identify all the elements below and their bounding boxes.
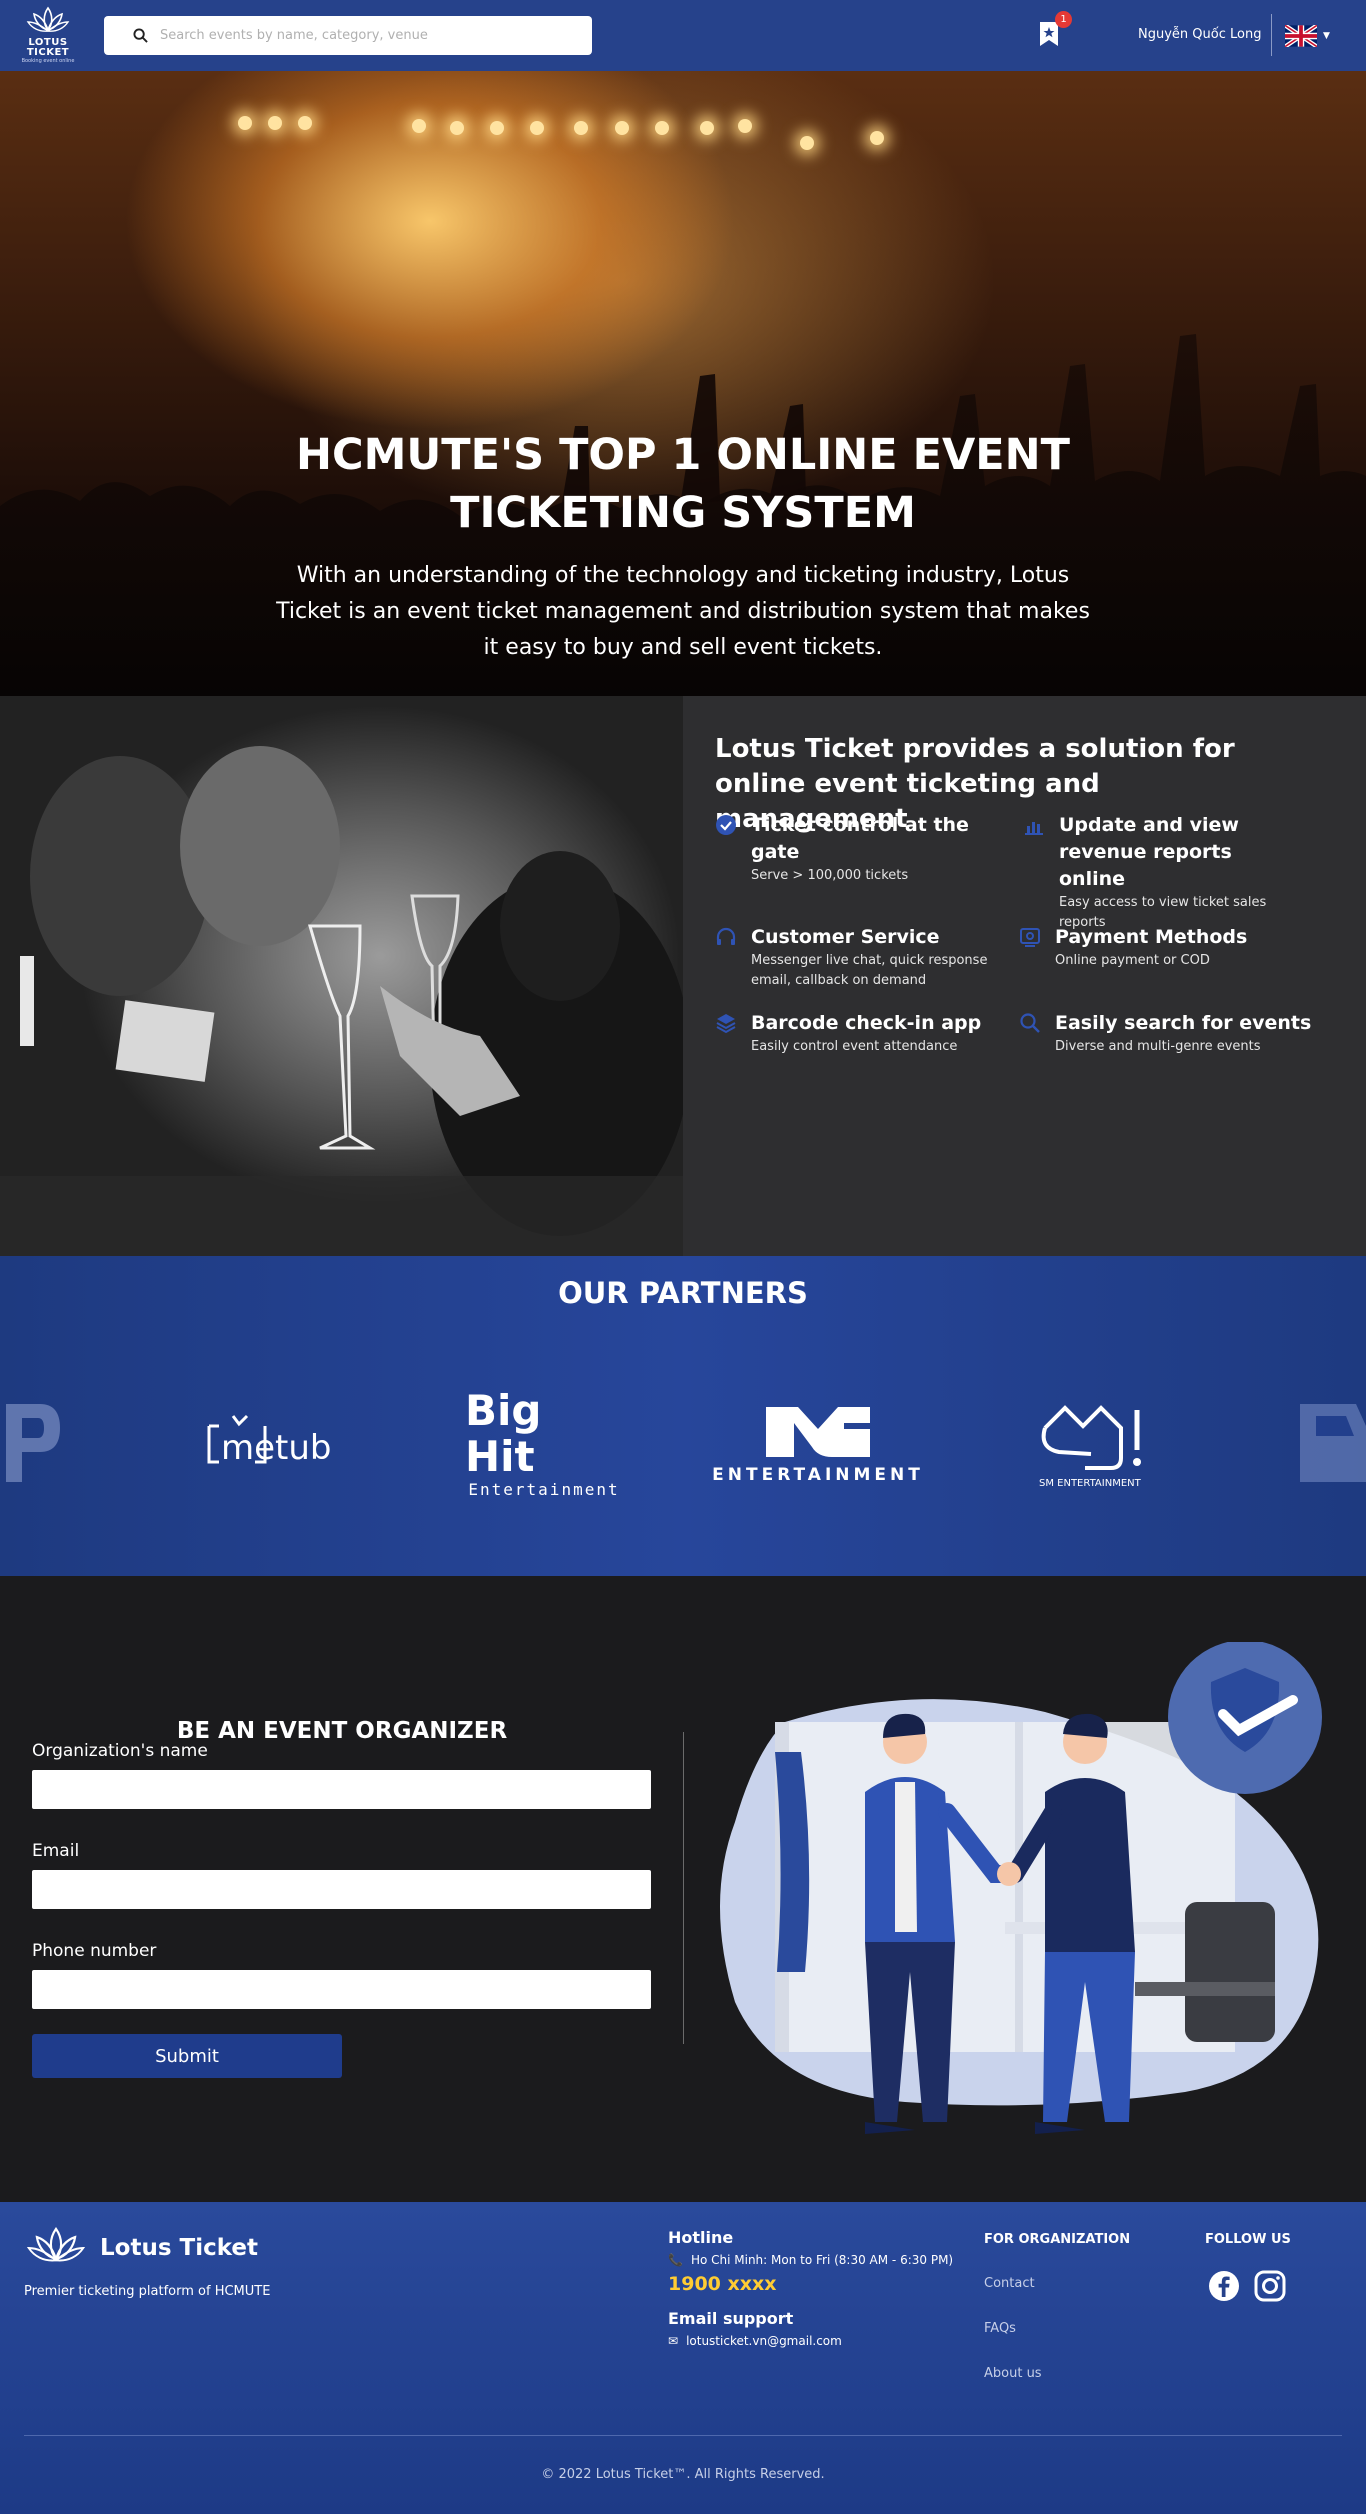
support-email[interactable]: lotusticket.vn@gmail.com bbox=[686, 2334, 842, 2348]
partner-logo-partial-left bbox=[0, 1396, 62, 1491]
feature-title: Easily search for events bbox=[1055, 1012, 1312, 1034]
partner-logo-sm[interactable]: SM ENTERTAINMENT SM bbox=[1035, 1396, 1147, 1491]
feature-payment-methods: Payment Methods Online payment or COD bbox=[1019, 924, 1319, 971]
about-us-link[interactable]: About us bbox=[984, 2366, 1042, 2381]
email-row: ✉ lotusticket.vn@gmail.com bbox=[668, 2334, 953, 2348]
cart-count-badge: 1 bbox=[1055, 11, 1072, 28]
footer-brand-name: Lotus Ticket bbox=[100, 2235, 259, 2261]
form-divider bbox=[683, 1732, 684, 2044]
facebook-icon[interactable] bbox=[1208, 2270, 1240, 2302]
phone-icon: 📞 bbox=[668, 2253, 683, 2267]
lotus-icon bbox=[26, 6, 70, 32]
hotline-hours-row: 📞 Ho Chi Minh: Mon to Fri (8:30 AM - 6:3… bbox=[668, 2253, 953, 2267]
event-party-photo bbox=[0, 696, 683, 1256]
lotus-icon bbox=[26, 2227, 86, 2262]
hero-subtitle: With an understanding of the technology … bbox=[276, 563, 1090, 660]
partner-logo-fragment bbox=[6, 1404, 60, 1482]
organizer-section: BE AN EVENT ORGANIZER Organization's nam… bbox=[0, 1576, 1366, 2202]
payment-icon bbox=[1020, 928, 1040, 947]
contact-link[interactable]: Contact bbox=[984, 2276, 1035, 2291]
partner-sub: ENTERTAINMENT bbox=[712, 1464, 924, 1485]
feature-title: Payment Methods bbox=[1055, 926, 1248, 948]
feature-title: Barcode check-in app bbox=[751, 1012, 982, 1034]
social-links bbox=[1208, 2270, 1286, 2302]
hotline-hours: Ho Chi Minh: Mon to Fri (8:30 AM - 6:30 … bbox=[690, 2253, 954, 2267]
ticket-cart-button[interactable]: 1 bbox=[1036, 11, 1072, 48]
hero-title: HCMUTE'S TOP 1 ONLINE EVENT TICKETING SY… bbox=[296, 430, 1070, 538]
partner-name: Big Hit bbox=[465, 1386, 542, 1481]
for-organization-title: FOR ORGANIZATION bbox=[984, 2232, 1131, 2247]
site-logo[interactable]: LOTUS TICKET Booking event online bbox=[10, 6, 86, 65]
feature-title: Update and view revenue reports online bbox=[1059, 814, 1239, 890]
mail-icon: ✉ bbox=[668, 2334, 679, 2348]
headphones-icon bbox=[716, 927, 736, 945]
logo-subtext: Booking event online bbox=[21, 58, 75, 64]
hotline-number[interactable]: 1900 xxxx bbox=[668, 2273, 953, 2295]
feature-event-search: Easily search for events Diverse and mul… bbox=[1019, 1010, 1339, 1057]
partner-sub: Entertainment bbox=[468, 1480, 620, 1499]
footer-hotline-block: Hotline 📞 Ho Chi Minh: Mon to Fri (8:30 … bbox=[668, 2228, 953, 2348]
copyright: © 2022 Lotus Ticket™. All Rights Reserve… bbox=[541, 2467, 825, 2482]
chevron-down-icon: ▼ bbox=[1323, 31, 1330, 41]
email-input[interactable] bbox=[32, 1870, 651, 1909]
features-section: Lotus Ticket provides a solution for onl… bbox=[0, 696, 1366, 1256]
search-input[interactable] bbox=[160, 28, 560, 43]
feature-desc: Online payment or COD bbox=[1055, 953, 1210, 968]
search-bar[interactable] bbox=[104, 16, 592, 55]
partner-logo-partial-right bbox=[1296, 1396, 1366, 1491]
feature-desc: Messenger live chat, quick response emai… bbox=[751, 953, 988, 988]
submit-button[interactable]: Submit bbox=[32, 2034, 342, 2078]
uk-flag-icon bbox=[1285, 25, 1317, 47]
partners-section: OUR PARTNERS metub Big Hit Entertainment… bbox=[0, 1256, 1366, 1576]
email-support-title: Email support bbox=[668, 2309, 794, 2328]
header-divider bbox=[1271, 14, 1272, 56]
phone-input[interactable] bbox=[32, 1970, 651, 2009]
search-icon bbox=[130, 26, 150, 46]
bar-chart-icon bbox=[1025, 822, 1043, 835]
partner-sub: SM ENTERTAINMENT bbox=[1039, 1478, 1141, 1489]
check-circle-icon bbox=[716, 815, 736, 835]
footer-logo[interactable]: Lotus Ticket bbox=[26, 2224, 258, 2272]
feature-desc: Diverse and multi-genre events bbox=[1055, 1039, 1261, 1054]
email-label: Email bbox=[32, 1841, 80, 1861]
phone-label: Phone number bbox=[32, 1941, 157, 1961]
language-selector[interactable]: ▼ bbox=[1285, 25, 1330, 47]
partner-logo-yg[interactable]: YG ENTERTAINMENT bbox=[712, 1396, 924, 1491]
footer-tagline: Premier ticketing platform of HCMUTE bbox=[24, 2284, 271, 2299]
toast-silhouette-image bbox=[0, 746, 683, 1256]
feature-title: Ticket control at the gate bbox=[751, 814, 969, 863]
hero-banner: HCMUTE'S TOP 1 ONLINE EVENT TICKETING SY… bbox=[0, 71, 1366, 696]
partner-logo-metub[interactable]: metub bbox=[205, 1396, 340, 1491]
feature-barcode-checkin: Barcode check-in app Easily control even… bbox=[715, 1010, 1015, 1057]
footer-divider bbox=[24, 2435, 1342, 2436]
org-name-input[interactable] bbox=[32, 1770, 651, 1809]
faqs-link[interactable]: FAQs bbox=[984, 2321, 1016, 2336]
feature-customer-service: Customer Service Messenger live chat, qu… bbox=[715, 924, 1015, 991]
feature-desc: Serve > 100,000 tickets bbox=[751, 868, 909, 883]
feature-title: Customer Service bbox=[751, 926, 940, 948]
org-name-label: Organization's name bbox=[32, 1741, 208, 1761]
feature-revenue-reports: Update and view revenue reports online E… bbox=[1023, 812, 1323, 933]
logo-text: LOTUS TICKET bbox=[26, 37, 70, 58]
follow-us-title: FOLLOW US bbox=[1205, 2232, 1291, 2247]
yg-logo-mark: YG bbox=[766, 1406, 870, 1457]
sm-logo-mark bbox=[1041, 1405, 1141, 1470]
hotline-title: Hotline bbox=[668, 2228, 734, 2247]
feature-desc: Easily control event attendance bbox=[751, 1039, 958, 1054]
partner-logo-bighit[interactable]: Big Hit Entertainment bbox=[465, 1388, 623, 1500]
handshake-illustration bbox=[720, 1642, 1322, 2134]
top-navbar: LOTUS TICKET Booking event online 1 Nguy… bbox=[0, 0, 1366, 71]
search-icon bbox=[1020, 1013, 1040, 1033]
features-panel: Lotus Ticket provides a solution for onl… bbox=[683, 696, 1366, 1256]
site-footer: Lotus Ticket Premier ticketing platform … bbox=[0, 2202, 1366, 2514]
partners-title: OUR PARTNERS bbox=[558, 1276, 808, 1310]
partner-logo-fragment bbox=[1300, 1404, 1366, 1482]
feature-ticket-control: Ticket control at the gate Serve > 100,0… bbox=[715, 812, 1015, 886]
instagram-icon[interactable] bbox=[1254, 2270, 1286, 2302]
user-account-link[interactable]: Nguyễn Quốc Long bbox=[1138, 27, 1261, 42]
partner-name: metub bbox=[221, 1428, 332, 1468]
layers-icon bbox=[716, 1014, 736, 1034]
